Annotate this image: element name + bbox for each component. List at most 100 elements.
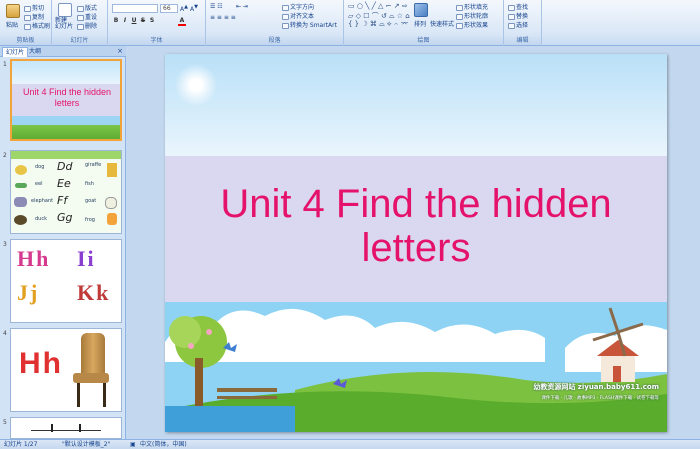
paragraph-group: ☰ ☷ ⇤ ⇥ ≡ ≡ ≡ ≡ 文字方向 对齐文本 转换为 SmartArt 段… xyxy=(206,0,344,46)
binoculars-icon xyxy=(508,4,515,11)
thumb5-marks xyxy=(51,424,81,432)
shrink-font-icon[interactable]: A▼ xyxy=(190,4,198,13)
thumb3-pair-1: Hh xyxy=(17,246,51,271)
copy-button[interactable]: 复制 xyxy=(24,12,44,21)
smartart-icon xyxy=(282,22,289,29)
arrange-icon[interactable] xyxy=(414,3,428,17)
pane-tabs: 幻灯片 大纲 × xyxy=(0,46,126,57)
font-group: 66 A▲ A▼ B I U S S A 字体 xyxy=(108,0,206,46)
indent-icon[interactable]: ⇤ ⇥ xyxy=(236,3,248,10)
font-group-label: 字体 xyxy=(108,37,205,45)
shape-effects-button[interactable]: 形状效果 xyxy=(456,20,488,29)
reset-button[interactable]: 重设 xyxy=(77,12,97,21)
delete-button[interactable]: 删除 xyxy=(77,21,97,30)
text-direction-label: 文字方向 xyxy=(290,4,315,11)
smartart-button[interactable]: 转换为 SmartArt xyxy=(282,20,337,29)
font-color-icon[interactable]: A xyxy=(178,17,186,26)
slide-thumbnail-5[interactable] xyxy=(10,417,122,439)
replace-button[interactable]: 替换 xyxy=(508,11,528,20)
sun-glow xyxy=(175,64,217,106)
delete-label: 删除 xyxy=(85,23,98,30)
pen-icon xyxy=(456,13,463,20)
thumb2-row-4: duck Gg frog xyxy=(13,211,121,229)
slides-group-label: 幻灯片 xyxy=(52,37,107,45)
slide-number: 1 xyxy=(3,61,7,68)
thumb2-word2: goat xyxy=(85,198,97,204)
slide-thumbnail-3[interactable]: Hh Ii Jj Kk xyxy=(10,239,122,323)
thumb3-pair-2: Ii xyxy=(77,246,96,271)
arrange-button[interactable]: 排列 xyxy=(414,19,426,28)
align-text-label: 对齐文本 xyxy=(290,13,315,20)
layout-icon xyxy=(77,5,84,12)
bullets-icon[interactable]: ☰ ☷ xyxy=(210,3,223,10)
layout-label: 版式 xyxy=(85,5,98,12)
tab-slides[interactable]: 幻灯片 xyxy=(2,47,29,57)
thumb2-letters: Gg xyxy=(57,211,73,224)
cut-label: 剪切 xyxy=(32,5,45,12)
close-pane-icon[interactable]: × xyxy=(117,47,123,55)
landscape-illustration xyxy=(165,302,667,432)
text-direction-button[interactable]: 文字方向 xyxy=(282,2,314,11)
paste-button[interactable]: 粘贴 xyxy=(6,20,18,29)
new-slide-button[interactable]: 新建 幻灯片 xyxy=(55,18,73,30)
spellcheck-icon[interactable]: ▣ xyxy=(130,440,136,449)
drawing-group-label: 绘图 xyxy=(344,37,503,45)
slide-thumbnail-1[interactable]: Unit 4 Find the hidden letters xyxy=(10,59,122,141)
thumb2-animal-dog xyxy=(15,165,27,175)
windmill-door xyxy=(613,366,621,382)
bold-icon[interactable]: B xyxy=(112,17,120,24)
select-button[interactable]: 选择 xyxy=(508,20,528,29)
grow-font-icon[interactable]: A▲ xyxy=(180,4,188,13)
drawing-group: ▭ ○ ╲ ╱ △ ⌐ ↗ ⇨ ▱ ◇ ☐ ⌒ ↺ ⌓ ☆ ⌂ { } ☽ ⌘ … xyxy=(344,0,504,46)
align-text-button[interactable]: 对齐文本 xyxy=(282,11,314,20)
thumb-title: Unit 4 Find the hidden letters xyxy=(22,87,112,108)
tree-trunk xyxy=(195,358,203,406)
slide-count: 幻灯片 1/27 xyxy=(4,441,38,448)
shape-outline-label: 形状轮廓 xyxy=(464,13,489,20)
thumb4-chair-seat xyxy=(73,373,109,383)
shapes-gallery-icon[interactable]: ▭ ○ ╲ ╱ △ ⌐ ↗ ⇨ xyxy=(348,2,408,10)
align-icons[interactable]: ≡ ≡ ≡ ≡ xyxy=(210,14,236,21)
thumb-sky xyxy=(12,61,120,86)
tab-outline[interactable]: 大纲 xyxy=(26,47,44,57)
editing-group-label: 编辑 xyxy=(504,37,541,45)
shape-fill-label: 形状填充 xyxy=(464,4,489,11)
paste-icon[interactable] xyxy=(6,4,20,18)
editing-group: 查找 替换 选择 编辑 xyxy=(504,0,542,46)
slide-title[interactable]: Unit 4 Find the hidden letters xyxy=(165,182,667,270)
current-slide[interactable]: Unit 4 Find the hidden letters 幼教资源网站 zi… xyxy=(165,54,667,432)
italic-icon[interactable]: I xyxy=(121,17,129,24)
theme-name: "默认设计模板_2" xyxy=(62,441,111,448)
paint-bucket-icon xyxy=(456,4,463,11)
thumb2-animal-elephant xyxy=(14,197,27,207)
shapes-gallery-row3-icon[interactable]: { } ☽ ⌘ ⌓ ⟡ ⌢ ⌤ xyxy=(348,20,409,29)
strikethrough-icon[interactable]: S xyxy=(139,17,147,24)
new-slide-icon[interactable] xyxy=(58,3,72,17)
thumb4-chair-back xyxy=(81,333,105,375)
shape-effects-label: 形状效果 xyxy=(464,22,489,29)
thumb2-word: elephant xyxy=(31,198,54,204)
slide-editor: Unit 4 Find the hidden letters 幼教资源网站 zi… xyxy=(127,46,700,439)
slides-group: 新建 幻灯片 版式 重设 删除 幻灯片 xyxy=(52,0,108,46)
slide-thumbnail-2[interactable]: dog Dd giraffe eel Ee fish elephant Ff g… xyxy=(10,150,122,234)
reset-icon xyxy=(77,14,84,21)
fence-rail xyxy=(217,396,277,399)
slide-thumbnail-4[interactable]: Hh xyxy=(10,328,122,412)
thumb2-animal-goat xyxy=(105,197,117,209)
find-button[interactable]: 查找 xyxy=(508,2,528,11)
format-painter-button[interactable]: 格式刷 xyxy=(24,21,50,30)
shadow-icon[interactable]: S xyxy=(148,17,156,24)
font-name-box[interactable] xyxy=(112,4,158,13)
thumb3-pair-3: Jj xyxy=(17,280,40,305)
shape-fill-button[interactable]: 形状填充 xyxy=(456,2,488,11)
font-size-box[interactable]: 66 xyxy=(160,4,178,13)
layout-button[interactable]: 版式 xyxy=(77,3,97,12)
underline-icon[interactable]: U xyxy=(130,17,138,24)
reset-label: 重设 xyxy=(85,14,98,21)
site-name: 幼教资源网站 ziyuan.baby611.com xyxy=(533,383,659,391)
thumb-landscape xyxy=(12,116,120,139)
shape-outline-button[interactable]: 形状轮廓 xyxy=(456,11,488,20)
quick-styles-button[interactable]: 快速样式 xyxy=(430,19,454,28)
delete-icon xyxy=(77,23,84,30)
cut-button[interactable]: 剪切 xyxy=(24,3,44,12)
